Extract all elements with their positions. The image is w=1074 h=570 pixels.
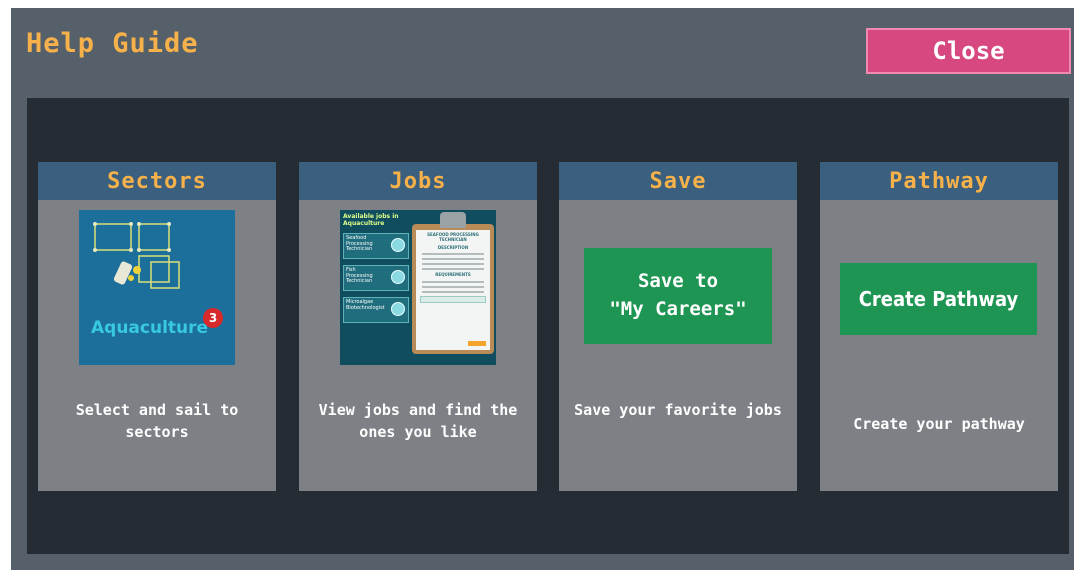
clipboard-title: SEAFOOD PROCESSING TECHNICIAN	[427, 232, 479, 242]
jobs-image: Available jobs in Aquaculture Seafood Pr…	[340, 210, 496, 365]
list-item: Fish Processing Technician	[343, 265, 409, 292]
jobs-list-header: Available jobs in Aquaculture	[343, 213, 399, 228]
create-pathway-button: Create Pathway	[840, 263, 1037, 335]
list-item: Microalgae Biotechnologist	[343, 297, 409, 324]
jobs-list: Available jobs in Aquaculture Seafood Pr…	[343, 213, 409, 324]
sector-name: Aquaculture	[91, 318, 209, 338]
page-title: Help Guide	[26, 28, 199, 59]
list-item: Seafood Processing Technician	[343, 233, 409, 260]
clipboard-icon: SEAFOOD PROCESSING TECHNICIAN DESCRIPTIO…	[412, 212, 494, 354]
card-title: Jobs	[299, 162, 537, 200]
clipboard-section: DESCRIPTION	[437, 244, 469, 250]
help-panel: Sectors 3 Aquaculture Select and sail to…	[27, 98, 1069, 554]
clipboard-section: REQUIREMENTS	[435, 272, 471, 278]
card-description: Select and sail to sectors	[75, 401, 239, 441]
save-to-my-careers-button: Save to "My Careers"	[584, 248, 772, 344]
card-description: View jobs and find the ones you like	[318, 401, 518, 441]
card-jobs: Jobs Available jobs in Aquaculture Seafo…	[299, 162, 537, 491]
card-description: Save your favorite jobs	[574, 401, 782, 419]
aquaculture-scene-icon	[79, 210, 235, 365]
help-guide-window: Help Guide Close Sectors 3 Aquaculture S…	[11, 8, 1074, 570]
card-description: Create your pathway	[853, 415, 1025, 433]
card-title: Pathway	[820, 162, 1058, 200]
save-button-line2: "My Careers"	[609, 298, 747, 320]
save-button-line1: Save to	[637, 270, 719, 293]
card-pathway: Pathway Create Pathway Create your pathw…	[820, 162, 1058, 491]
card-title: Save	[559, 162, 797, 200]
close-button[interactable]: Close	[866, 28, 1071, 74]
card-save: Save Save to "My Careers" Save your favo…	[559, 162, 797, 491]
card-sectors: Sectors 3 Aquaculture Select and sail to…	[38, 162, 276, 491]
sectors-image: 3 Aquaculture	[79, 210, 235, 365]
card-title: Sectors	[38, 162, 276, 200]
